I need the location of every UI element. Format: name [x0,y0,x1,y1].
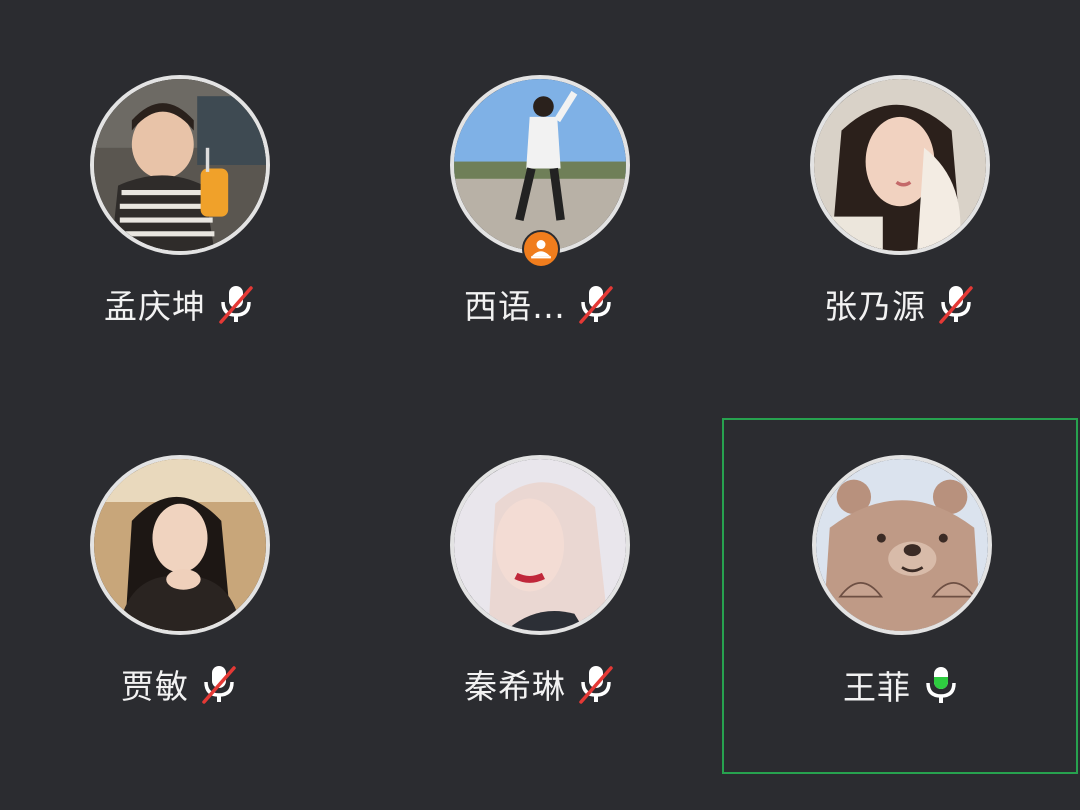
participant-name: 王菲 [843,668,911,707]
participant-name: 贾敏 [121,667,189,706]
mic-speaking-icon [921,663,961,707]
avatar [90,75,270,255]
participant-tile-active[interactable]: 王菲 [722,418,1078,774]
avatar [810,75,990,255]
avatar [812,455,992,635]
mic-muted-icon [576,282,616,326]
mic-muted-icon [936,282,976,326]
participants-grid: 孟庆坤 西语… 张乃源 贾敏 秦希琳 王菲 [0,0,1080,810]
name-row: 贾敏 [2,662,358,706]
name-row: 西语… [362,282,718,326]
participant-tile[interactable]: 秦希琳 [362,455,718,809]
participant-tile[interactable]: 张乃源 [722,75,1078,429]
name-row: 秦希琳 [362,662,718,706]
mic-muted-icon [576,662,616,706]
name-row: 孟庆坤 [2,282,358,326]
participant-name: 张乃源 [824,287,926,326]
avatar [450,455,630,635]
name-row: 王菲 [724,663,1080,707]
participant-tile[interactable]: 孟庆坤 [2,75,358,429]
avatar [90,455,270,635]
participant-tile[interactable]: 西语… [362,75,718,429]
participant-name: 孟庆坤 [104,287,206,326]
participant-name: 西语… [464,287,566,326]
participant-name: 秦希琳 [464,667,566,706]
name-row: 张乃源 [722,282,1078,326]
host-icon [522,230,560,268]
mic-muted-icon [216,282,256,326]
avatar [450,75,630,255]
participant-tile[interactable]: 贾敏 [2,455,358,809]
mic-muted-icon [199,662,239,706]
